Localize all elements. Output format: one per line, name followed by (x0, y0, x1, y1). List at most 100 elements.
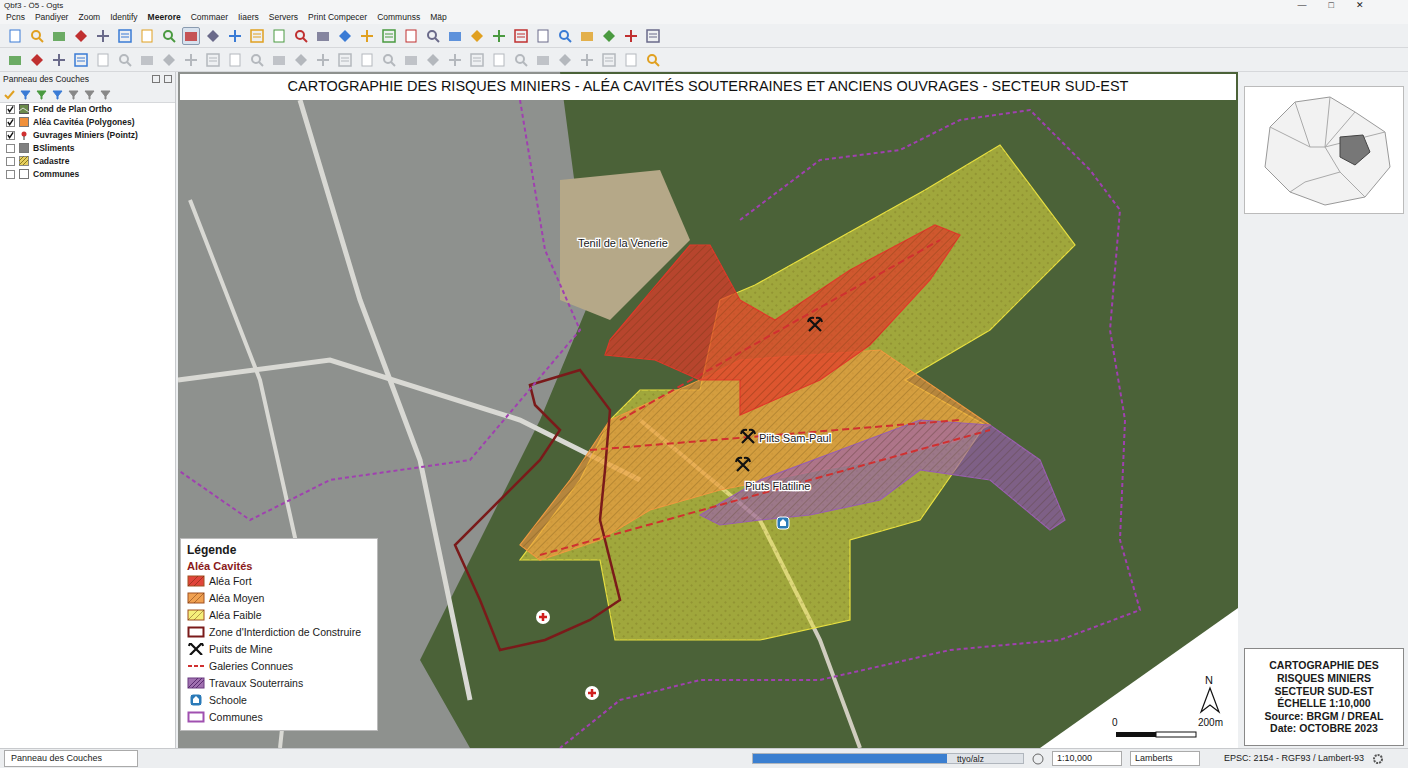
legend-swatch (187, 592, 205, 604)
window-controls: — □ ✕ (1298, 1, 1404, 10)
layer-item[interactable]: Guvrages Miniers (Pointz) (0, 129, 175, 142)
maximize-button[interactable]: □ (1329, 1, 1334, 10)
tool-button[interactable] (160, 27, 178, 45)
menu-item[interactable]: Iiaers (238, 13, 259, 22)
progress-track: ttyo/alz (752, 753, 1024, 764)
zone-hatch (605, 225, 960, 415)
tool-button[interactable] (50, 27, 68, 45)
tool-button[interactable] (512, 27, 530, 45)
mine-shaft-icon (741, 430, 755, 443)
tool-button[interactable] (468, 27, 486, 45)
tool-button (314, 51, 332, 69)
tool-button[interactable] (358, 27, 376, 45)
layer-item[interactable]: Fond de Plan Ortho (0, 103, 175, 116)
tool-button[interactable] (248, 27, 266, 45)
tool-button[interactable] (72, 51, 90, 69)
tool-button[interactable] (50, 51, 68, 69)
tool-icon (205, 52, 221, 68)
menu-item[interactable]: Meerore (148, 13, 181, 22)
tool-button[interactable] (600, 27, 618, 45)
menu-item[interactable]: Print Compecer (308, 13, 367, 22)
tool-button[interactable] (402, 27, 420, 45)
panel-tool-icon (84, 89, 95, 100)
tool-button[interactable] (292, 27, 310, 45)
layer-checkbox[interactable] (6, 157, 15, 166)
layer-checkbox[interactable] (6, 170, 15, 179)
gear-icon (1372, 753, 1384, 765)
layer-checkbox[interactable] (6, 118, 15, 127)
tool-button (292, 51, 310, 69)
tool-button[interactable] (204, 27, 222, 45)
tool-button[interactable] (28, 51, 46, 69)
menu-item[interactable]: Identify (110, 13, 137, 22)
zone-fill (605, 225, 960, 415)
layer-item[interactable]: Cadastre (0, 155, 175, 168)
layer-checkbox[interactable] (6, 131, 15, 140)
layer-checkbox[interactable] (6, 105, 15, 114)
info-line: SECTEUR SUD-EST (1249, 685, 1399, 698)
minimize-button[interactable]: — (1298, 1, 1307, 10)
tool-button[interactable] (270, 27, 288, 45)
tool-button[interactable] (226, 27, 244, 45)
map-title: CARTOGRAPHIE DES RISQUES MINIERS - ALÉA … (180, 74, 1236, 100)
menu-item[interactable]: Mäp (430, 13, 447, 22)
map-canvas[interactable]: Tenil de la VeneriePiits Sam-PaulPiuts F… (178, 72, 1238, 748)
projection-field[interactable]: Lamberts (1130, 751, 1200, 767)
menu-item[interactable]: Communss (377, 13, 420, 22)
tool-button[interactable] (622, 27, 640, 45)
tool-button (622, 51, 640, 69)
tool-button[interactable] (644, 27, 662, 45)
tool-icon (7, 28, 23, 44)
menu-item[interactable]: Pcns (6, 13, 25, 22)
tool-button[interactable] (116, 27, 134, 45)
tool-button[interactable] (578, 27, 596, 45)
layer-item[interactable]: Communes (0, 168, 175, 181)
tool-button[interactable] (534, 27, 552, 45)
tool-button[interactable] (6, 51, 24, 69)
tool-button[interactable] (556, 27, 574, 45)
legend-subtitle: Aléa Cavités (187, 559, 371, 573)
map-legend: LégendeAléa CavitésAléa FortAléa MoyenAl… (180, 538, 378, 731)
legend-swatch (187, 575, 205, 587)
communes-zone (178, 100, 1140, 748)
tool-button[interactable] (336, 27, 354, 45)
tool-button[interactable] (644, 51, 662, 69)
panel-tab[interactable]: Panneau des Couches (4, 750, 138, 768)
layer-item[interactable]: BSliments (0, 142, 175, 155)
close-button[interactable]: ✕ (1356, 1, 1364, 10)
tool-button (336, 51, 354, 69)
tool-button[interactable] (490, 27, 508, 45)
menu-item[interactable]: Commaer (191, 13, 228, 22)
tool-button (226, 51, 244, 69)
tool-button[interactable] (314, 27, 332, 45)
tool-icon (139, 52, 155, 68)
legend-swatch (187, 660, 205, 672)
legend-label: Zone d'Interdiction de Construire (209, 626, 361, 640)
scale-field[interactable]: 1:10,000 (1052, 751, 1122, 767)
map-info-box: CARTOGRAPHIE DES RISQUES MINIERSSECTEUR … (1244, 648, 1404, 746)
tool-button (468, 51, 486, 69)
tool-button[interactable] (380, 27, 398, 45)
tool-button[interactable] (72, 27, 90, 45)
layer-item[interactable]: Aléa Cavitéa (Polygones) (0, 116, 175, 129)
tool-button[interactable] (424, 27, 442, 45)
tool-button[interactable] (6, 27, 24, 45)
hospital-icon (536, 610, 550, 624)
layer-checkbox[interactable] (6, 144, 15, 153)
menu-item[interactable]: Pandiyer (35, 13, 69, 22)
tool-button[interactable] (182, 27, 200, 45)
tool-button[interactable] (446, 27, 464, 45)
tool-icon (557, 28, 573, 44)
overview-map[interactable] (1244, 86, 1404, 214)
tool-icon (183, 52, 199, 68)
tool-icon (469, 52, 485, 68)
tool-icon (293, 52, 309, 68)
tool-button[interactable] (138, 27, 156, 45)
menu-item[interactable]: Servers (269, 13, 298, 22)
tool-button[interactable] (94, 27, 112, 45)
tool-icon (403, 52, 419, 68)
tool-button[interactable] (28, 27, 46, 45)
crs-label[interactable]: EPSC: 2154 - RGF93 / Lambert-93 (1224, 752, 1364, 766)
tool-button (490, 51, 508, 69)
menu-item[interactable]: Zoom (78, 13, 100, 22)
